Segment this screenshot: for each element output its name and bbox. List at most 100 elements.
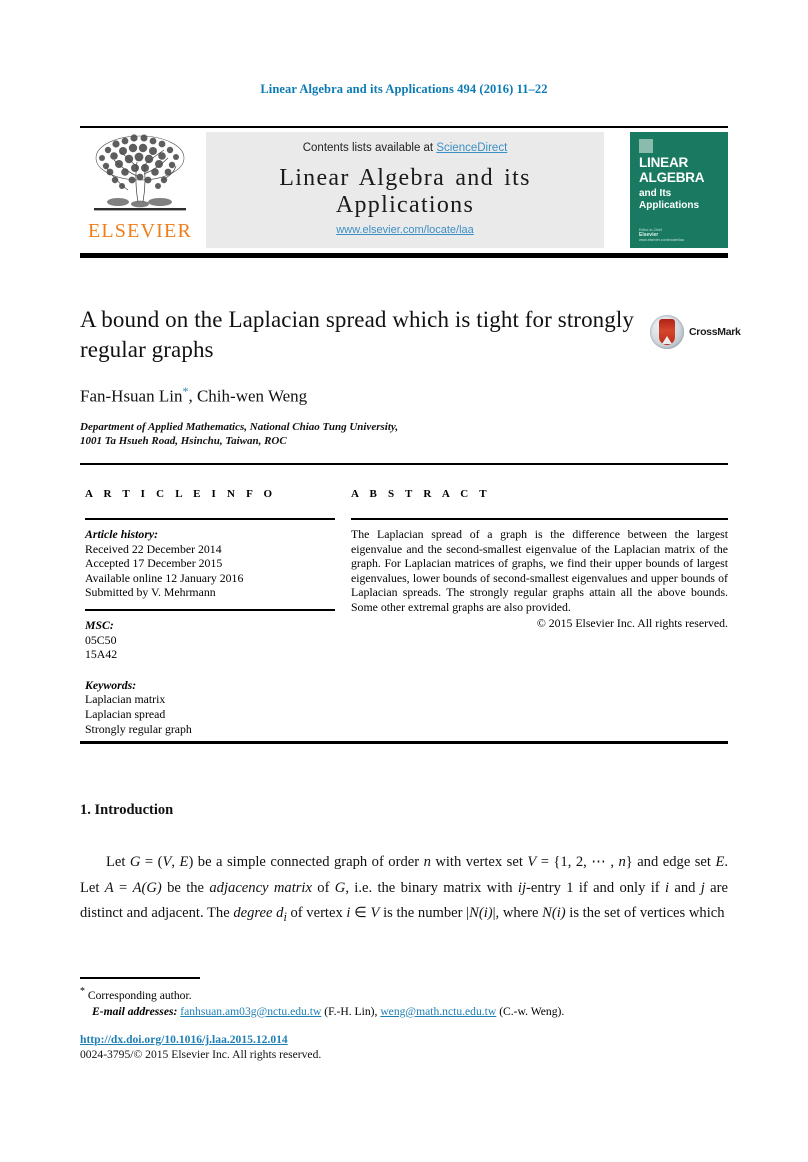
text-frag-7: } and edge set — [625, 854, 716, 870]
text-frag-20: |, where — [492, 905, 543, 921]
keywords-label: Keywords: — [85, 677, 137, 692]
cover-subtitle-line1: and Its — [639, 188, 672, 199]
cover-publisher-icon — [639, 139, 653, 153]
author-list: Fan-Hsuan Lin*, Chih-wen Weng — [80, 384, 640, 407]
text-frag-11: of — [311, 879, 335, 896]
msc-group: MSC: 05C50 15A42 — [85, 618, 335, 662]
author-primary: Fan-Hsuan Lin — [80, 386, 183, 406]
keywords-group: Keywords: Laplacian matrix Laplacian spr… — [85, 678, 335, 736]
math-A: A — [104, 879, 114, 896]
msc-code-2: 15A42 — [85, 647, 118, 662]
text-frag-12: , i.e. the binary matrix with — [345, 879, 518, 896]
keyword-1: Laplacian matrix — [85, 692, 166, 707]
email-link-weng[interactable]: weng@math.nctu.edu.tw — [380, 1005, 496, 1018]
cover-title: LINEAR ALGEBRA — [639, 155, 723, 185]
email-owner-weng: (C.-w. Weng). — [499, 1004, 565, 1018]
email-label: E-mail addresses: — [92, 1004, 178, 1018]
contents-panel: Contents lists available at ScienceDirec… — [206, 132, 604, 248]
msc-separator-rule — [85, 608, 335, 611]
text-frag-17: of vertex — [286, 905, 347, 921]
masthead-top-rule — [80, 126, 728, 128]
author-secondary: , Chih-wen Weng — [188, 386, 308, 406]
email-owner-lin: (F.-H. Lin), — [324, 1004, 378, 1018]
math-N-of-i-2: N(i) — [542, 905, 566, 921]
math-A-of-G: A(G) — [132, 879, 162, 896]
text-frag-6: = {1, 2, ⋯ , — [536, 854, 619, 870]
info-bottom-rule — [80, 741, 728, 744]
footnote-star-marker: * — [80, 986, 85, 997]
term-adjacency-matrix: adjacency matrix — [209, 879, 312, 896]
cover-title-line1: LINEAR — [639, 155, 689, 170]
crossmark-notch-icon — [662, 336, 672, 344]
paper-page: Linear Algebra and its Applications 494 … — [0, 0, 808, 1162]
keyword-2: Laplacian spread — [85, 706, 166, 721]
math-n: n — [423, 854, 431, 870]
affiliation: Department of Applied Mathematics, Natio… — [80, 420, 640, 448]
text-frag-10: be the — [161, 879, 210, 896]
cover-subtitle: and Its Applications — [639, 188, 723, 211]
math-G: G — [129, 854, 141, 870]
footnote-rule — [80, 977, 200, 979]
text-frag-13: -entry 1 if and only if — [526, 879, 665, 896]
article-info-column: A R T I C L E I N F O Article history: R… — [85, 488, 335, 736]
abstract-text: The Laplacian spread of a graph is the d… — [351, 527, 728, 614]
doi-link[interactable]: http://dx.doi.org/10.1016/j.laa.2015.12.… — [80, 1033, 288, 1046]
section-heading-introduction: 1. Introduction — [80, 802, 174, 818]
elsevier-wordmark: ELSEVIER — [87, 220, 193, 242]
text-frag-1: Let — [106, 854, 130, 870]
article-info-heading-rule — [85, 518, 335, 520]
math-n-2: n — [618, 854, 626, 870]
math-N-of-i: N(i) — [469, 905, 493, 921]
article-history-group: Article history: Received 22 December 20… — [85, 527, 335, 600]
cover-footer-tiny: www.elsevier.com/locate/laa — [639, 238, 684, 242]
elsevier-logo: ELSEVIER — [80, 132, 200, 250]
footnote-block: * Corresponding author. E-mail addresses… — [80, 984, 730, 1020]
cover-title-line2: ALGEBRA — [639, 169, 705, 185]
introduction-paragraph: Let G = (V, E) be a simple connected gra… — [80, 850, 728, 930]
math-ij: ij — [517, 879, 527, 896]
doi-block: http://dx.doi.org/10.1016/j.laa.2015.12.… — [80, 1032, 730, 1062]
text-frag-18: ∈ — [350, 905, 371, 921]
text-frag-2: = ( — [140, 854, 163, 870]
journal-masthead: ELSEVIER Contents lists available at Sci… — [80, 130, 728, 250]
issn-copyright-line: 0024-3795/© 2015 Elsevier Inc. All right… — [80, 1048, 322, 1061]
page-title: A bound on the Laplacian spread which is… — [80, 307, 634, 362]
keyword-3: Strongly regular graph — [85, 721, 192, 736]
email-link-lin[interactable]: fanhsuan.am03g@nctu.edu.tw — [180, 1005, 321, 1018]
article-history-label: Article history: — [85, 527, 159, 541]
text-frag-14: and — [669, 879, 701, 896]
corresponding-author-text: Corresponding author. — [87, 988, 192, 1002]
msc-code-1: 05C50 — [85, 632, 117, 647]
email-note: E-mail addresses: fanhsuan.am03g@nctu.ed… — [80, 1004, 730, 1020]
text-frag-19: is the number | — [379, 905, 470, 921]
running-head: Linear Algebra and its Applications 494 … — [260, 82, 548, 96]
history-accepted: Accepted 17 December 2015 — [85, 556, 223, 571]
text-frag-4: ) be a simple connected graph of order — [188, 854, 424, 870]
contents-prefix: Contents lists available at — [302, 142, 437, 154]
abstract-heading-rule — [351, 518, 728, 520]
crossmark-label: CrossMark — [689, 326, 741, 338]
elsevier-tree-icon — [94, 134, 186, 211]
text-frag-5: with vertex set — [430, 854, 528, 870]
cover-subtitle-line2: Applications — [639, 199, 700, 211]
history-submitted-by: Submitted by V. Mehrmann — [85, 585, 216, 600]
contents-available-line: Contents lists available at ScienceDirec… — [206, 142, 604, 154]
math-V-2: V — [527, 854, 537, 870]
abstract-column: A B S T R A C T The Laplacian spread of … — [351, 488, 728, 631]
text-frag-21: is the set of vertices which — [565, 905, 725, 921]
term-degree: degree — [233, 905, 273, 921]
journal-homepage-link[interactable]: www.elsevier.com/locate/laa — [206, 224, 604, 236]
text-frag-3: , — [171, 854, 180, 870]
msc-label: MSC: — [85, 617, 114, 632]
journal-cover-thumbnail: LINEAR ALGEBRA and Its Applications Edit… — [630, 132, 728, 248]
article-info-heading: A R T I C L E I N F O — [85, 488, 277, 500]
abstract-copyright: © 2015 Elsevier Inc. All rights reserved… — [536, 615, 728, 630]
sciencedirect-link[interactable]: ScienceDirect — [436, 142, 507, 154]
crossmark-icon — [650, 315, 684, 349]
history-received: Received 22 December 2014 — [85, 541, 222, 556]
affiliation-line-2: 1001 Ta Hsueh Road, Hsinchu, Taiwan, ROC — [80, 435, 287, 447]
math-G-2: G — [334, 879, 346, 896]
corresponding-author-note: * Corresponding author. — [80, 984, 730, 1004]
crossmark-badge[interactable]: CrossMark — [650, 315, 741, 349]
affiliation-line-1: Department of Applied Mathematics, Natio… — [80, 421, 399, 433]
